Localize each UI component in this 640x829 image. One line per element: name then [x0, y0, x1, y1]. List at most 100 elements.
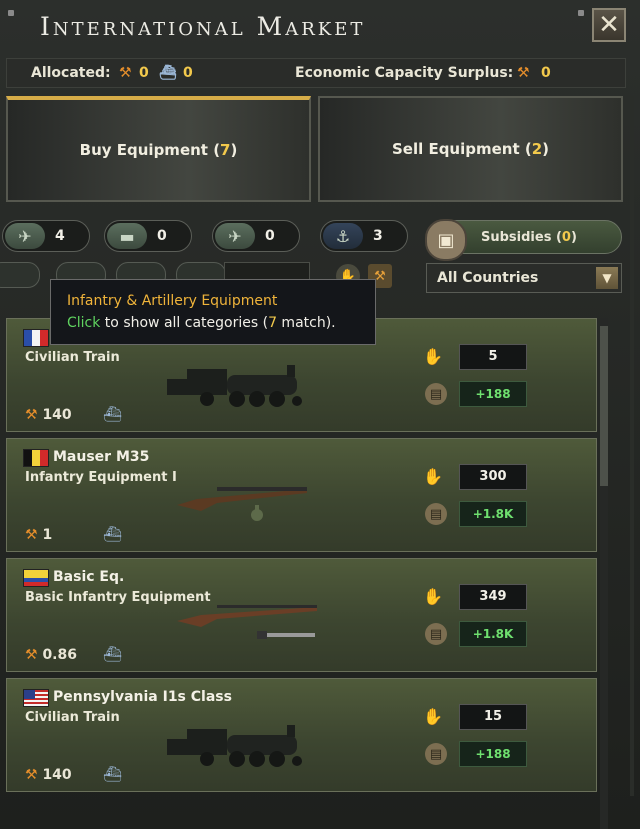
- listing-name: Basic Eq.: [53, 569, 125, 585]
- cost-value: 140: [42, 407, 72, 423]
- listing-card[interactable]: Mauser M35 Infantry Equipment I ⚒ 1 ⛴ ✋ …: [6, 438, 597, 552]
- hand-icon: ✋: [423, 587, 443, 606]
- sell-equipment-button[interactable]: Sell Equipment (2): [318, 96, 623, 202]
- listing-amount: 300: [459, 464, 527, 490]
- listing-available: +188: [459, 381, 527, 407]
- listing-name: Pennsylvania I1s Class: [53, 689, 232, 705]
- listing-amount: 349: [459, 584, 527, 610]
- ecuador-flag-icon: [23, 569, 49, 587]
- close-button[interactable]: ✕: [592, 8, 626, 42]
- buy-count: 7: [220, 141, 231, 159]
- subcategory-pill[interactable]: [0, 262, 40, 288]
- corner-rivet: [578, 10, 584, 16]
- convoy-icon: ⛴: [103, 405, 123, 423]
- close-icon: ✕: [598, 10, 620, 40]
- listing-card[interactable]: Basic Eq. Basic Infantry Equipment ⚒ 0.8…: [6, 558, 597, 672]
- hand-icon: ✋: [423, 347, 443, 366]
- flag-canton: [24, 690, 35, 699]
- tooltip-body: Click to show all categories (7 match).: [67, 315, 336, 331]
- international-market-window: International Market ✕ Allocated: ⚒ 0 ⛴ …: [0, 0, 640, 829]
- france-flag-icon: [23, 329, 49, 347]
- corner-rivet: [8, 10, 14, 16]
- rifle-icon: [177, 487, 307, 521]
- category-tooltip: Infantry & Artillery Equipment Click to …: [50, 279, 376, 345]
- belgium-flag-icon: [23, 449, 49, 467]
- train-icon: [167, 725, 302, 767]
- window-edge: [630, 96, 634, 796]
- civilian-factory-icon: ⚒: [25, 527, 38, 543]
- listing-name: Mauser M35: [53, 449, 150, 465]
- subsidies-label: Subsidies: [481, 230, 552, 245]
- subsidies-count: 0: [561, 230, 571, 245]
- category-count: 4: [55, 228, 65, 244]
- usa-flag-icon: [23, 689, 49, 707]
- category-tab-air[interactable]: ✈ 0: [212, 220, 300, 252]
- listing-amount: 15: [459, 704, 527, 730]
- listing-available: +1.8K: [459, 501, 527, 527]
- depot-icon: ▤: [425, 383, 447, 405]
- listing-available: +1.8K: [459, 621, 527, 647]
- equipment-list: Civilian Train ⚒ 140 ⛴ ✋ ▤ 5 +188 Mauser…: [0, 318, 612, 829]
- listing-type: Infantry Equipment I: [25, 470, 177, 485]
- depot-icon: ▤: [425, 503, 447, 525]
- listing-type: Civilian Train: [25, 350, 120, 365]
- sell-count: 2: [531, 140, 543, 158]
- allocated-civ-value: 0: [139, 65, 149, 81]
- plane-icon: ✈: [215, 223, 255, 249]
- civilian-factory-icon: ⚒: [25, 767, 38, 783]
- category-count: 3: [373, 228, 383, 244]
- listing-available: +188: [459, 741, 527, 767]
- civilian-factory-icon: ⚒: [25, 407, 38, 423]
- civilian-factory-icon: ⚒: [119, 65, 132, 81]
- tooltip-click-word: Click: [67, 315, 101, 331]
- category-count: 0: [157, 228, 167, 244]
- list-scrollbar[interactable]: [600, 318, 608, 829]
- chevron-down-icon: ▼: [596, 267, 618, 289]
- hand-icon: ✋: [423, 467, 443, 486]
- rifle-bayonet-icon: [177, 605, 317, 639]
- listing-amount: 5: [459, 344, 527, 370]
- convoy-icon: ⛴: [159, 65, 177, 81]
- cost-value: 1: [42, 527, 53, 543]
- tooltip-match-count: 7: [268, 315, 277, 331]
- buy-equipment-button[interactable]: Buy Equipment (7): [6, 96, 311, 202]
- tooltip-text-a: to show all categories (: [100, 315, 269, 331]
- country-filter-dropdown[interactable]: All Countries ▼: [426, 263, 622, 293]
- convoy-icon: ⛴: [103, 765, 123, 783]
- cost-value: 140: [42, 767, 72, 783]
- depot-icon: ▤: [425, 743, 447, 765]
- convoy-icon: ⛴: [103, 525, 123, 543]
- scrollbar-thumb[interactable]: [600, 326, 608, 486]
- listing-cost: ⚒ 140: [25, 767, 72, 783]
- depot-icon: ▤: [425, 623, 447, 645]
- surplus-label: Economic Capacity Surplus:: [295, 65, 514, 81]
- country-filter-value: All Countries: [437, 270, 539, 286]
- sell-label: Sell Equipment: [391, 140, 520, 158]
- cost-value: 0.86: [42, 647, 77, 663]
- anchor-icon: ⚓: [323, 223, 363, 249]
- listing-cost: ⚒ 140: [25, 407, 72, 423]
- allocated-conv-value: 0: [183, 65, 193, 81]
- window-title: International Market: [40, 12, 366, 41]
- convoy-icon: ⛴: [103, 645, 123, 663]
- buy-label: Buy Equipment: [79, 141, 208, 159]
- crate-icon: ▣: [425, 219, 467, 261]
- train-icon: [167, 365, 302, 407]
- tooltip-text-b: match).: [276, 315, 336, 331]
- listing-type: Civilian Train: [25, 710, 120, 725]
- tank-icon: ▬: [107, 223, 147, 249]
- surplus-value: 0: [541, 65, 551, 81]
- category-tab-infantry[interactable]: ✈ 4: [2, 220, 90, 252]
- info-bar: Allocated: ⚒ 0 ⛴ 0 Economic Capacity Sur…: [6, 58, 626, 88]
- listing-card[interactable]: Pennsylvania I1s Class Civilian Train ⚒ …: [6, 678, 597, 792]
- category-tab-armor[interactable]: ▬ 0: [104, 220, 192, 252]
- tooltip-title: Infantry & Artillery Equipment: [67, 293, 278, 309]
- allocated-label: Allocated:: [31, 65, 111, 81]
- category-count: 0: [265, 228, 275, 244]
- subsidies-button[interactable]: ▣ Subsidies (0): [425, 219, 622, 261]
- civilian-factory-icon: ⚒: [517, 65, 530, 81]
- category-tab-naval[interactable]: ⚓ 3: [320, 220, 408, 252]
- listing-cost: ⚒ 0.86: [25, 647, 77, 663]
- infantry-icon: ✈: [5, 223, 45, 249]
- listing-cost: ⚒ 1: [25, 527, 52, 543]
